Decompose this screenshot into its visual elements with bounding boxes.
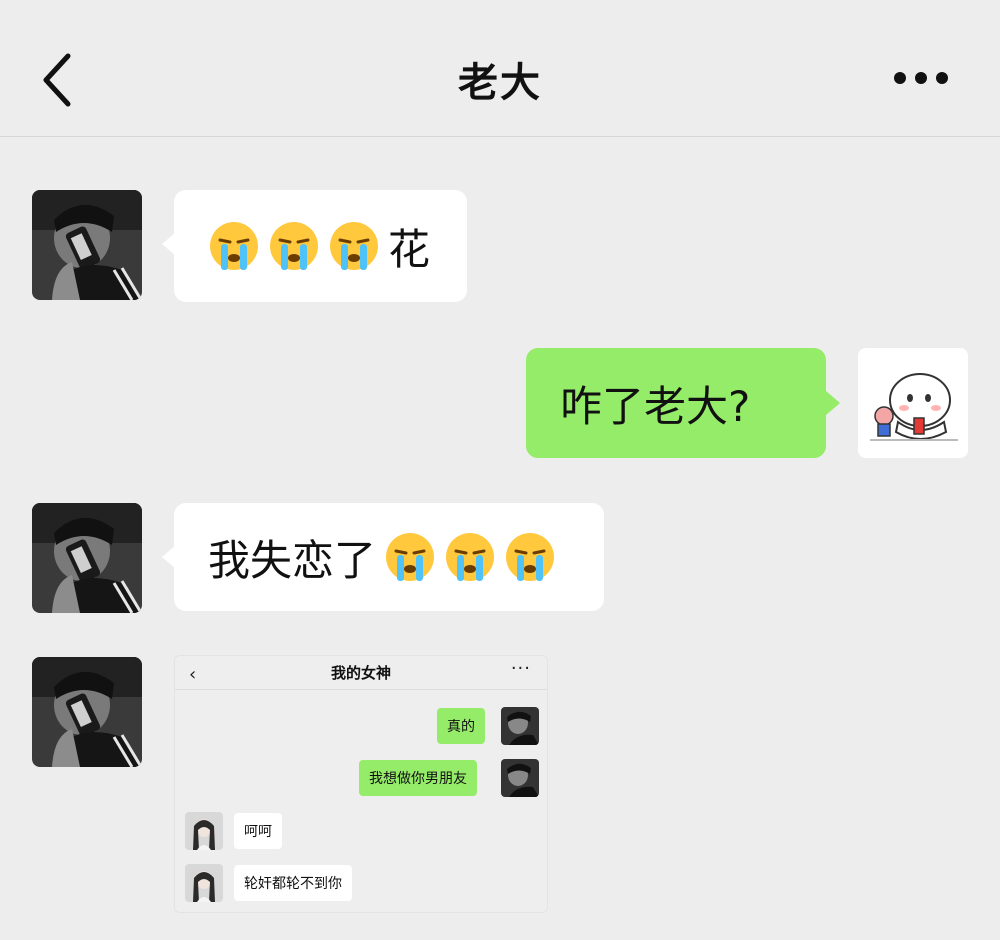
crying-face-icon <box>444 531 496 583</box>
crying-face-icon <box>208 220 260 272</box>
chat-title: 老大 <box>458 60 542 106</box>
message-text: 咋了老大? <box>560 381 751 431</box>
crying-face-icon <box>384 531 436 583</box>
embedded-avatar <box>501 759 539 797</box>
message-bubble[interactable]: 咋了老大? <box>526 348 826 458</box>
profile-photo-icon <box>32 503 142 613</box>
bubble-tail <box>826 391 840 415</box>
avatar[interactable] <box>32 657 142 767</box>
crying-face-icon <box>328 220 380 272</box>
image-message[interactable]: ‹ 我的女神 ··· 真的 我想做你男朋友 呵呵 轮奸都轮不到你 <box>174 655 548 913</box>
sticker-avatar-icon[interactable] <box>858 348 968 458</box>
profile-photo-icon <box>32 657 142 767</box>
embedded-message-bubble: 轮奸都轮不到你 <box>234 865 352 901</box>
message-bubble[interactable]: 花 <box>174 190 467 302</box>
crying-face-icon <box>268 220 320 272</box>
embedded-nav-bar: ‹ 我的女神 ··· <box>175 656 547 690</box>
message-text: 我失恋了 <box>208 535 377 585</box>
crying-face-icon <box>504 531 556 583</box>
embedded-avatar <box>185 864 223 902</box>
embedded-avatar <box>501 707 539 745</box>
profile-photo-icon <box>32 190 142 300</box>
embedded-message-bubble: 呵呵 <box>234 813 282 849</box>
message-bubble[interactable]: 我失恋了 <box>174 503 604 611</box>
nav-bar: 老大 <box>0 0 1000 137</box>
embedded-message-bubble: 真的 <box>437 708 485 744</box>
embedded-message-bubble: 我想做你男朋友 <box>359 760 477 796</box>
ellipsis-icon: ··· <box>510 658 531 679</box>
avatar[interactable] <box>32 503 142 613</box>
avatar[interactable] <box>32 190 142 300</box>
ellipsis-icon[interactable] <box>893 70 949 86</box>
embedded-chat-title: 我的女神 <box>330 664 391 682</box>
message-text: 花 <box>388 224 431 274</box>
embedded-avatar <box>185 812 223 850</box>
